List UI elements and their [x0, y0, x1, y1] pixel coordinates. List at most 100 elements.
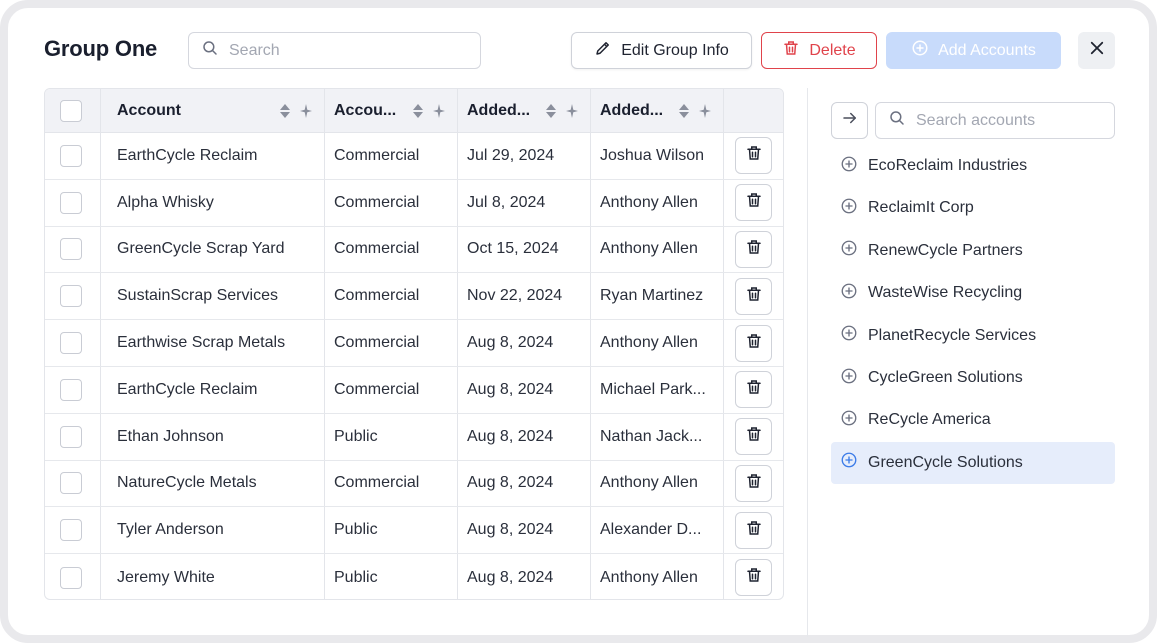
remove-row-button[interactable]: [735, 324, 772, 362]
sort-icon[interactable]: [412, 103, 424, 124]
sort-icon[interactable]: [678, 103, 690, 124]
cell-added-by: Nathan Jack...: [600, 427, 703, 445]
plus-circle-icon: [840, 239, 858, 262]
available-account-item[interactable]: RenewCycle Partners: [831, 230, 1115, 272]
cell-added-by: Joshua Wilson: [600, 146, 705, 164]
collapse-panel-button[interactable]: [831, 102, 868, 139]
available-account-label: PlanetRecycle Services: [868, 326, 1037, 344]
column-header-account-type[interactable]: Accou...: [334, 89, 404, 132]
available-account-item[interactable]: GreenCycle Solutions: [831, 441, 1115, 484]
plus-circle-icon: [840, 197, 858, 220]
cell-account-type: Commercial: [334, 240, 420, 258]
account-search[interactable]: [875, 102, 1115, 139]
plus-circle-icon: [840, 324, 858, 347]
cell-account: Ethan Johnson: [117, 427, 224, 445]
column-header-account[interactable]: Account: [117, 89, 277, 132]
available-account-item[interactable]: EcoReclaim Industries: [831, 145, 1115, 187]
delete-label: Delete: [809, 41, 856, 59]
available-account-item[interactable]: ReCycle America: [831, 399, 1115, 441]
table-row[interactable]: GreenCycle Scrap Yard Commercial Oct 15, 2…: [45, 226, 783, 274]
close-button[interactable]: [1078, 32, 1115, 69]
row-checkbox[interactable]: [60, 191, 82, 214]
plus-circle-icon: [840, 155, 858, 178]
cell-account: SustainScrap Services: [117, 287, 278, 305]
remove-row-button[interactable]: [735, 184, 772, 222]
table-row[interactable]: Jeremy White Public Aug 8, 2024 Anthony All…: [45, 554, 783, 599]
row-checkbox[interactable]: [60, 519, 82, 542]
remove-row-button[interactable]: [735, 418, 772, 456]
cell-account-type: Public: [334, 521, 378, 539]
group-title: Group One: [44, 36, 158, 61]
edit-group-info-button[interactable]: Edit Group Info: [571, 32, 752, 69]
trash-icon: [745, 519, 763, 542]
table-row[interactable]: Earthwise Scrap Metals Commercial Aug 8, 2…: [45, 320, 783, 367]
cell-added-by: Alexander D...: [600, 521, 702, 539]
column-label: Added...: [467, 101, 531, 119]
cell-added-by: Michael Park...: [600, 380, 706, 398]
group-search[interactable]: [188, 32, 481, 69]
row-checkbox[interactable]: [60, 472, 82, 495]
cell-added-date: Aug 8, 2024: [467, 427, 554, 445]
cell-account-type: Commercial: [334, 146, 420, 164]
available-account-item[interactable]: ReclaimIt Corp: [831, 187, 1115, 229]
row-checkbox[interactable]: [60, 566, 82, 589]
plus-circle-icon: [840, 367, 858, 390]
remove-row-button[interactable]: [735, 371, 772, 409]
row-checkbox[interactable]: [60, 378, 82, 401]
plus-circle-icon: [840, 451, 858, 474]
available-account-label: CycleGreen Solutions: [868, 369, 1023, 386]
row-checkbox[interactable]: [60, 425, 82, 448]
row-checkbox[interactable]: [60, 285, 82, 308]
remove-row-button[interactable]: [735, 277, 772, 315]
table-row[interactable]: EarthCycle Reclaim Commercial Aug 8, 2024 M…: [45, 367, 783, 414]
add-accounts-button[interactable]: Add Accounts: [886, 32, 1061, 69]
available-account-item[interactable]: PlanetRecycle Services: [831, 315, 1115, 357]
remove-row-button[interactable]: [735, 230, 772, 268]
available-account-item[interactable]: CycleGreen Solutions: [831, 357, 1115, 399]
cell-account: NatureCycle Metals: [117, 474, 257, 492]
account-search-input[interactable]: [916, 111, 1106, 130]
row-checkbox[interactable]: [60, 238, 82, 261]
remove-row-button[interactable]: [735, 511, 772, 549]
available-account-item[interactable]: WasteWise Recycling: [831, 272, 1115, 314]
pin-icon[interactable]: [432, 103, 446, 124]
group-search-input[interactable]: [229, 41, 469, 60]
cell-added-by: Anthony Allen: [600, 193, 698, 211]
edit-group-info-label: Edit Group Info: [621, 41, 729, 59]
add-accounts-label: Add Accounts: [938, 41, 1036, 59]
table-row[interactable]: Ethan Johnson Public Aug 8, 2024 Nathan Jac…: [45, 413, 783, 461]
trash-icon: [745, 566, 763, 589]
cell-account: Alpha Whisky: [117, 193, 214, 211]
sort-icon[interactable]: [279, 103, 291, 124]
select-all-checkbox[interactable]: [60, 99, 82, 122]
pin-icon[interactable]: [565, 103, 579, 124]
table-row[interactable]: Tyler Anderson Public Aug 8, 2024 Alexander…: [45, 507, 783, 555]
pin-icon[interactable]: [698, 103, 712, 124]
table-row[interactable]: NatureCycle Metals Commercial Aug 8, 2024 A…: [45, 460, 783, 508]
cell-account-type: Commercial: [334, 334, 420, 352]
remove-row-button[interactable]: [735, 559, 772, 597]
cell-added-by: Anthony Allen: [600, 334, 698, 352]
search-icon: [888, 109, 906, 132]
row-checkbox[interactable]: [60, 144, 82, 167]
remove-row-button[interactable]: [735, 137, 772, 175]
cell-account: EarthCycle Reclaim: [117, 380, 258, 398]
table-row[interactable]: SustainScrap Services Commercial Nov 22, 2…: [45, 273, 783, 321]
group-dialog: Group One Edit Group Info Delete Add Acc…: [0, 0, 1157, 643]
remove-row-button[interactable]: [735, 464, 772, 502]
column-header-added-date[interactable]: Added...: [467, 89, 537, 132]
table-row[interactable]: EarthCycle Reclaim Commercial Jul 29, 2024…: [45, 133, 783, 180]
sort-icon[interactable]: [545, 103, 557, 124]
delete-button[interactable]: Delete: [761, 32, 877, 69]
cell-added-date: Aug 8, 2024: [467, 334, 554, 352]
arrow-right-icon: [841, 109, 859, 132]
trash-icon: [745, 332, 763, 355]
cell-account: EarthCycle Reclaim: [117, 146, 258, 164]
cell-account: Jeremy White: [117, 568, 215, 586]
column-header-added-by[interactable]: Added...: [600, 89, 670, 132]
trash-icon: [745, 144, 763, 167]
row-checkbox[interactable]: [60, 332, 82, 355]
pin-icon[interactable]: [299, 103, 313, 124]
cell-account: Earthwise Scrap Metals: [117, 334, 286, 352]
table-row[interactable]: Alpha Whisky Commercial Jul 8, 2024 Anthony…: [45, 179, 783, 227]
